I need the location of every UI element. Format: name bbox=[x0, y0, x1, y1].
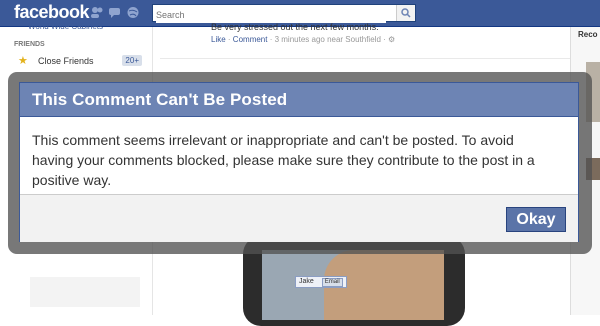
photo-tag-name: Jake bbox=[299, 278, 314, 285]
dialog-title: This Comment Can't Be Posted bbox=[32, 90, 288, 109]
sidebar-item-label: Close Friends bbox=[38, 56, 94, 66]
nav-icons bbox=[90, 6, 140, 19]
right-column-title: Reco bbox=[578, 30, 598, 39]
phone-screen-image bbox=[262, 250, 444, 320]
meta-separator: · bbox=[225, 35, 233, 44]
dialog-title-bar: This Comment Can't Be Posted bbox=[20, 83, 578, 117]
like-link[interactable]: Like bbox=[211, 35, 226, 44]
sidebar-item-top[interactable]: World Wide Cabinets bbox=[28, 22, 103, 31]
okay-button[interactable]: Okay bbox=[506, 207, 566, 232]
feed-separator bbox=[160, 58, 575, 59]
post-text: Be very stressed out the next few months… bbox=[211, 22, 379, 32]
count-badge: 20+ bbox=[122, 55, 142, 66]
meta-separator: · bbox=[380, 35, 388, 44]
post-timestamp: 3 minutes ago near Southfield bbox=[274, 35, 381, 44]
dialog-footer: Okay bbox=[20, 194, 578, 242]
sidebar-item-close-friends[interactable]: ★ Close Friends 20+ bbox=[14, 55, 146, 69]
dialog-message: This comment seems irrelevant or inappro… bbox=[32, 132, 535, 188]
meta-separator: · bbox=[267, 35, 275, 44]
search-input[interactable] bbox=[156, 7, 386, 23]
post-meta: Like · Comment · 3 minutes ago near Sout… bbox=[211, 35, 395, 44]
photo-tag: Jake Email bbox=[295, 276, 347, 288]
photo-tag-email-button[interactable]: Email bbox=[321, 278, 343, 287]
messages-icon[interactable] bbox=[108, 6, 122, 19]
facebook-logo[interactable]: facebook bbox=[14, 2, 90, 23]
settings-gear-icon[interactable]: ⚙ bbox=[388, 35, 395, 44]
friend-requests-icon[interactable] bbox=[90, 6, 104, 19]
notifications-globe-icon[interactable] bbox=[126, 6, 140, 19]
friends-heading: FRIENDS bbox=[14, 41, 45, 48]
comment-link[interactable]: Comment bbox=[233, 35, 268, 44]
star-icon: ★ bbox=[18, 55, 28, 67]
search-button[interactable] bbox=[396, 5, 415, 21]
comment-blocked-dialog: This Comment Can't Be Posted This commen… bbox=[19, 82, 579, 242]
search-box bbox=[152, 4, 416, 23]
sidebar-faded-content bbox=[30, 277, 140, 307]
search-icon bbox=[401, 8, 411, 18]
